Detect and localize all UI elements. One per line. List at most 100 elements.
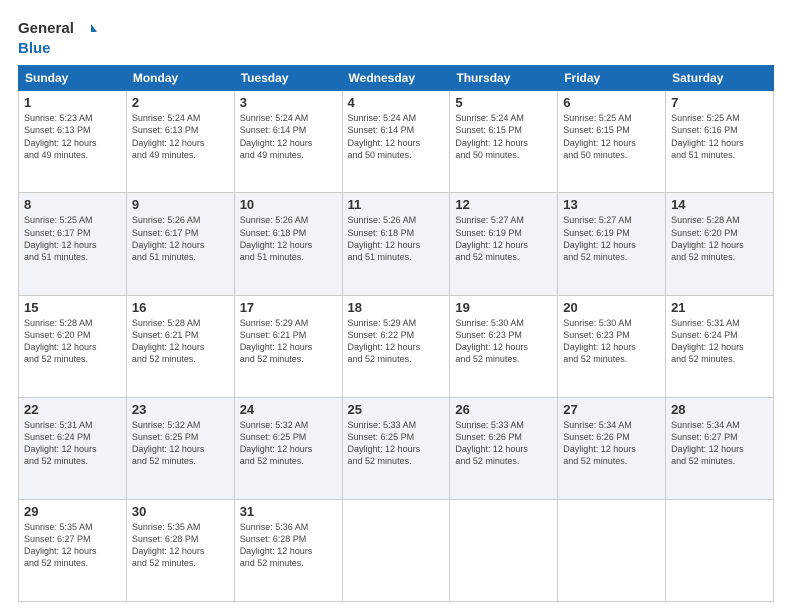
day-info: Sunrise: 5:26 AM Sunset: 6:18 PM Dayligh… [240,214,337,263]
day-number: 1 [24,95,121,110]
col-header-monday: Monday [126,66,234,91]
day-info: Sunrise: 5:31 AM Sunset: 6:24 PM Dayligh… [671,317,768,366]
week-row-1: 1 Sunrise: 5:23 AM Sunset: 6:13 PM Daylig… [19,91,774,193]
day-number: 21 [671,300,768,315]
calendar-cell: 27Sunrise: 5:34 AM Sunset: 6:26 PM Dayli… [558,397,666,499]
calendar-cell: 30 Sunrise: 5:35 AM Sunset: 6:28 PM Dayli… [126,499,234,601]
calendar-cell: 10Sunrise: 5:26 AM Sunset: 6:18 PM Dayli… [234,193,342,295]
day-number: 8 [24,197,121,212]
logo: General Blue [18,18,99,57]
calendar-cell: 7Sunrise: 5:25 AM Sunset: 6:16 PM Daylig… [666,91,774,193]
calendar-table: SundayMondayTuesdayWednesdayThursdayFrid… [18,65,774,602]
day-number: 9 [132,197,229,212]
calendar-cell: 15 Sunrise: 5:28 AM Sunset: 6:20 PM Dayli… [19,295,127,397]
col-header-thursday: Thursday [450,66,558,91]
calendar-cell: 31 Sunrise: 5:36 AM Sunset: 6:28 PM Dayli… [234,499,342,601]
week-row-5: 29 Sunrise: 5:35 AM Sunset: 6:27 PM Dayli… [19,499,774,601]
calendar-cell: 3 Sunrise: 5:24 AM Sunset: 6:14 PM Daylig… [234,91,342,193]
day-number: 25 [348,402,445,417]
day-info: Sunrise: 5:24 AM Sunset: 6:13 PM Dayligh… [132,112,229,161]
day-info: Sunrise: 5:27 AM Sunset: 6:19 PM Dayligh… [455,214,552,263]
day-info: Sunrise: 5:27 AM Sunset: 6:19 PM Dayligh… [563,214,660,263]
day-info: Sunrise: 5:28 AM Sunset: 6:20 PM Dayligh… [671,214,768,263]
day-number: 24 [240,402,337,417]
calendar-cell: 22 Sunrise: 5:31 AM Sunset: 6:24 PM Dayli… [19,397,127,499]
col-header-friday: Friday [558,66,666,91]
calendar-cell: 25 Sunrise: 5:33 AM Sunset: 6:25 PM Dayli… [342,397,450,499]
day-number: 31 [240,504,337,519]
calendar-cell: 23 Sunrise: 5:32 AM Sunset: 6:25 PM Dayli… [126,397,234,499]
day-number: 23 [132,402,229,417]
calendar-cell [666,499,774,601]
day-number: 11 [348,197,445,212]
day-info: Sunrise: 5:32 AM Sunset: 6:25 PM Dayligh… [132,419,229,468]
day-number: 18 [348,300,445,315]
day-number: 4 [348,95,445,110]
calendar-cell: 9 Sunrise: 5:26 AM Sunset: 6:17 PM Daylig… [126,193,234,295]
col-header-saturday: Saturday [666,66,774,91]
day-number: 6 [563,95,660,110]
day-info: Sunrise: 5:34 AM Sunset: 6:26 PM Dayligh… [563,419,660,468]
day-info: Sunrise: 5:31 AM Sunset: 6:24 PM Dayligh… [24,419,121,468]
calendar-cell: 18 Sunrise: 5:29 AM Sunset: 6:22 PM Dayli… [342,295,450,397]
day-info: Sunrise: 5:34 AM Sunset: 6:27 PM Dayligh… [671,419,768,468]
day-info: Sunrise: 5:25 AM Sunset: 6:15 PM Dayligh… [563,112,660,161]
day-info: Sunrise: 5:33 AM Sunset: 6:25 PM Dayligh… [348,419,445,468]
week-row-3: 15 Sunrise: 5:28 AM Sunset: 6:20 PM Dayli… [19,295,774,397]
day-info: Sunrise: 5:30 AM Sunset: 6:23 PM Dayligh… [455,317,552,366]
calendar-cell: 17Sunrise: 5:29 AM Sunset: 6:21 PM Dayli… [234,295,342,397]
day-info: Sunrise: 5:28 AM Sunset: 6:20 PM Dayligh… [24,317,121,366]
day-number: 19 [455,300,552,315]
col-header-sunday: Sunday [19,66,127,91]
day-info: Sunrise: 5:26 AM Sunset: 6:18 PM Dayligh… [348,214,445,263]
calendar-cell: 24Sunrise: 5:32 AM Sunset: 6:25 PM Dayli… [234,397,342,499]
day-info: Sunrise: 5:25 AM Sunset: 6:17 PM Dayligh… [24,214,121,263]
day-info: Sunrise: 5:25 AM Sunset: 6:16 PM Dayligh… [671,112,768,161]
calendar-cell: 13Sunrise: 5:27 AM Sunset: 6:19 PM Dayli… [558,193,666,295]
calendar-cell: 29 Sunrise: 5:35 AM Sunset: 6:27 PM Dayli… [19,499,127,601]
calendar-cell: 11 Sunrise: 5:26 AM Sunset: 6:18 PM Dayli… [342,193,450,295]
day-number: 2 [132,95,229,110]
day-info: Sunrise: 5:35 AM Sunset: 6:27 PM Dayligh… [24,521,121,570]
day-info: Sunrise: 5:36 AM Sunset: 6:28 PM Dayligh… [240,521,337,570]
calendar-cell: 16 Sunrise: 5:28 AM Sunset: 6:21 PM Dayli… [126,295,234,397]
day-number: 29 [24,504,121,519]
page: General Blue SundayMondayTuesdayWednesda… [0,0,792,612]
calendar-cell: 26Sunrise: 5:33 AM Sunset: 6:26 PM Dayli… [450,397,558,499]
week-row-2: 8 Sunrise: 5:25 AM Sunset: 6:17 PM Daylig… [19,193,774,295]
week-row-4: 22 Sunrise: 5:31 AM Sunset: 6:24 PM Dayli… [19,397,774,499]
day-number: 20 [563,300,660,315]
day-info: Sunrise: 5:26 AM Sunset: 6:17 PM Dayligh… [132,214,229,263]
day-info: Sunrise: 5:35 AM Sunset: 6:28 PM Dayligh… [132,521,229,570]
day-info: Sunrise: 5:30 AM Sunset: 6:23 PM Dayligh… [563,317,660,366]
day-info: Sunrise: 5:29 AM Sunset: 6:22 PM Dayligh… [348,317,445,366]
calendar-header-row: SundayMondayTuesdayWednesdayThursdayFrid… [19,66,774,91]
calendar-cell: 5Sunrise: 5:24 AM Sunset: 6:15 PM Daylig… [450,91,558,193]
day-info: Sunrise: 5:24 AM Sunset: 6:15 PM Dayligh… [455,112,552,161]
day-number: 12 [455,197,552,212]
logo-arrow-icon [77,18,99,40]
calendar-cell [342,499,450,601]
header: General Blue [18,18,774,57]
calendar-cell: 14 Sunrise: 5:28 AM Sunset: 6:20 PM Dayli… [666,193,774,295]
calendar-cell: 12 Sunrise: 5:27 AM Sunset: 6:19 PM Dayli… [450,193,558,295]
day-info: Sunrise: 5:24 AM Sunset: 6:14 PM Dayligh… [240,112,337,161]
calendar-cell: 2 Sunrise: 5:24 AM Sunset: 6:13 PM Daylig… [126,91,234,193]
day-number: 22 [24,402,121,417]
day-number: 16 [132,300,229,315]
day-number: 15 [24,300,121,315]
calendar-cell [558,499,666,601]
day-info: Sunrise: 5:23 AM Sunset: 6:13 PM Dayligh… [24,112,121,161]
calendar-cell: 4 Sunrise: 5:24 AM Sunset: 6:14 PM Daylig… [342,91,450,193]
calendar-cell: 20 Sunrise: 5:30 AM Sunset: 6:23 PM Dayli… [558,295,666,397]
day-info: Sunrise: 5:33 AM Sunset: 6:26 PM Dayligh… [455,419,552,468]
day-number: 30 [132,504,229,519]
day-number: 3 [240,95,337,110]
day-info: Sunrise: 5:28 AM Sunset: 6:21 PM Dayligh… [132,317,229,366]
day-info: Sunrise: 5:24 AM Sunset: 6:14 PM Dayligh… [348,112,445,161]
day-number: 14 [671,197,768,212]
logo-blue: Blue [18,40,51,57]
calendar-cell: 1 Sunrise: 5:23 AM Sunset: 6:13 PM Daylig… [19,91,127,193]
calendar-cell: 28Sunrise: 5:34 AM Sunset: 6:27 PM Dayli… [666,397,774,499]
calendar-cell [450,499,558,601]
